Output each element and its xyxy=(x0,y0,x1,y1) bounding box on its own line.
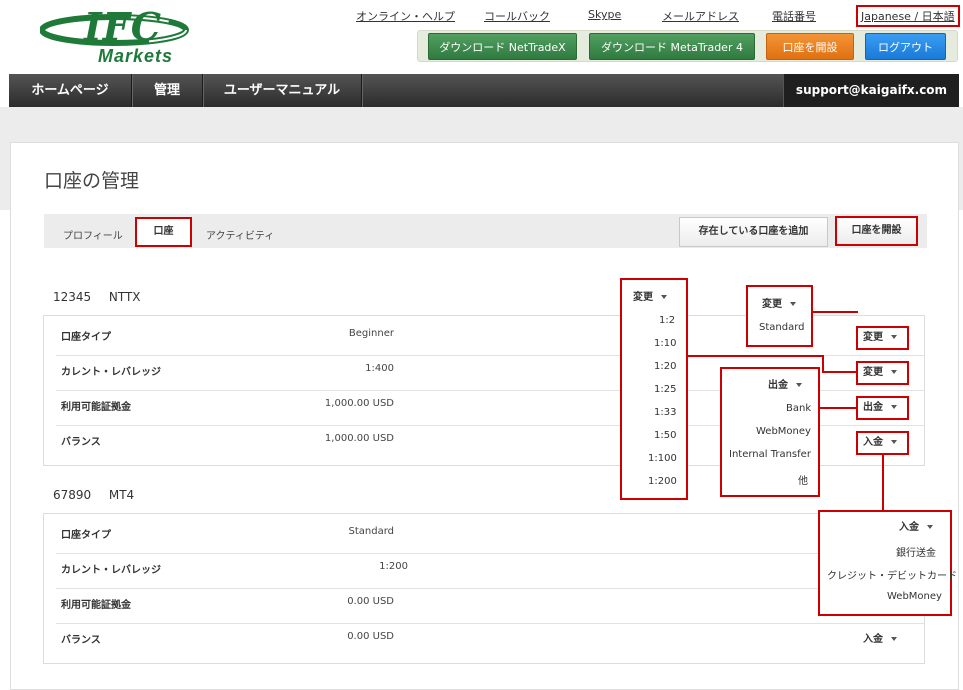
support-email[interactable]: support@kaigaifx.com xyxy=(783,74,959,107)
withdraw-option[interactable]: Internal Transfer xyxy=(729,449,811,460)
connector-line xyxy=(812,311,858,313)
add-existing-account-button[interactable]: 存在している口座を追加 xyxy=(679,217,828,247)
leverage-option[interactable]: 1:100 xyxy=(648,453,677,464)
account-1-deposit-dropdown[interactable]: 入金 xyxy=(856,431,909,455)
skype-link[interactable]: Skype xyxy=(588,8,621,21)
account-2-leverage-value: 1:200 xyxy=(379,561,408,572)
leverage-option[interactable]: 1:200 xyxy=(648,476,677,487)
chevron-down-icon xyxy=(891,440,897,444)
phone-link[interactable]: 電話番号 xyxy=(772,8,816,24)
withdraw-option[interactable]: Bank xyxy=(786,403,811,414)
account-2-deposit-dropdown[interactable]: 入金 xyxy=(858,630,913,654)
account-1-margin-label: 利用可能証拠金 xyxy=(61,402,131,413)
download-nettradex-button[interactable]: ダウンロード NetTradeX xyxy=(428,33,577,60)
connector-line xyxy=(822,355,824,372)
leverage-option[interactable]: 1:20 xyxy=(654,361,676,372)
account-1-leverage-label: カレント・レバレッジ xyxy=(61,367,161,378)
account-type-option[interactable]: Standard xyxy=(759,322,805,333)
account-2-margin-label: 利用可能証拠金 xyxy=(61,600,131,611)
tab-profile[interactable]: プロフィール xyxy=(63,227,123,242)
row-divider xyxy=(56,553,924,554)
nav-user-manual[interactable]: ユーザーマニュアル xyxy=(203,74,362,107)
tab-activity[interactable]: アクティビティ xyxy=(206,227,274,242)
chevron-down-icon xyxy=(790,302,796,306)
logout-button[interactable]: ログアウト xyxy=(865,33,946,60)
chevron-down-icon xyxy=(891,370,897,374)
account-1-platform: NTTX xyxy=(108,290,141,304)
account-1-leverage-value: 1:400 xyxy=(365,363,394,374)
chevron-down-icon xyxy=(891,637,897,641)
account-2-platform: MT4 xyxy=(108,488,135,502)
chevron-down-icon xyxy=(661,295,667,299)
connector-line xyxy=(822,371,858,373)
chevron-down-icon xyxy=(796,383,802,387)
leverage-option[interactable]: 1:10 xyxy=(654,338,676,349)
account-type-popup-header[interactable]: 変更 xyxy=(762,295,796,310)
account-2-margin-value: 0.00 USD xyxy=(347,596,394,607)
tab-accounts[interactable]: 口座 xyxy=(135,217,192,247)
language-selector[interactable]: Japanese / 日本語 xyxy=(856,5,960,27)
account-1-withdraw-dropdown[interactable]: 出金 xyxy=(856,396,909,420)
account-1-type-value: Beginner xyxy=(348,328,394,339)
account-1-leverage-change-dropdown[interactable]: 変更 xyxy=(856,361,909,385)
page-title: 口座の管理 xyxy=(44,170,140,192)
deposit-popup-header[interactable]: 入金 xyxy=(899,518,933,533)
nav-home[interactable]: ホームページ xyxy=(9,74,132,107)
account-1-balance-label: バランス xyxy=(61,437,101,448)
leverage-option[interactable]: 1:33 xyxy=(654,407,676,418)
leverage-option[interactable]: 1:25 xyxy=(654,384,676,395)
nav-manage[interactable]: 管理 xyxy=(132,74,203,107)
account-2-title: 67890 MT4 xyxy=(53,488,134,502)
connector-line xyxy=(686,355,822,357)
account-1-number: 12345 xyxy=(53,290,92,304)
row-divider xyxy=(56,623,924,624)
email-link[interactable]: メールアドレス xyxy=(662,8,739,24)
deposit-option[interactable]: WebMoney xyxy=(887,591,942,602)
account-2-balance-value: 0.00 USD xyxy=(347,631,394,642)
account-1-title: 12345 NTTX xyxy=(53,290,141,304)
chevron-down-icon xyxy=(891,335,897,339)
withdraw-option[interactable]: 他 xyxy=(798,472,808,487)
deposit-option[interactable]: 銀行送金 xyxy=(896,544,936,559)
account-2-type-label: 口座タイプ xyxy=(61,530,111,541)
withdraw-popup-header[interactable]: 出金 xyxy=(768,376,802,391)
account-1-type-label: 口座タイプ xyxy=(61,332,111,343)
main-nav: ホームページ 管理 ユーザーマニュアル support@kaigaifx.com xyxy=(9,74,959,107)
account-1-balance-value: 1,000.00 USD xyxy=(324,433,394,444)
connector-line xyxy=(820,407,858,409)
open-account-header-button[interactable]: 口座を開設 xyxy=(766,33,854,60)
leverage-option[interactable]: 1:50 xyxy=(654,430,676,441)
leverage-option[interactable]: 1:2 xyxy=(659,315,675,326)
chevron-down-icon xyxy=(891,405,897,409)
download-mt4-button[interactable]: ダウンロード MetaTrader 4 xyxy=(589,33,755,60)
open-account-button[interactable]: 口座を開設 xyxy=(835,216,918,246)
connector-line xyxy=(882,454,884,510)
account-1-type-change-dropdown[interactable]: 変更 xyxy=(856,326,909,350)
account-2-leverage-label: カレント・レバレッジ xyxy=(61,565,161,576)
online-help-link[interactable]: オンライン・ヘルプ xyxy=(356,8,455,24)
account-2-balance-label: バランス xyxy=(61,635,101,646)
account-2-type-value: Standard xyxy=(348,526,395,537)
withdraw-option[interactable]: WebMoney xyxy=(756,426,811,437)
logo-text: IFC xyxy=(84,4,162,49)
callback-link[interactable]: コールバック xyxy=(484,8,550,24)
account-1-margin-value: 1,000.00 USD xyxy=(324,398,394,409)
leverage-popup-header[interactable]: 変更 xyxy=(633,288,667,303)
chevron-down-icon xyxy=(927,525,933,529)
account-2-number: 67890 xyxy=(53,488,92,502)
deposit-option[interactable]: クレジット・デビットカード xyxy=(827,567,957,582)
logo-subtext: Markets xyxy=(98,46,174,66)
row-divider xyxy=(56,588,924,589)
logo[interactable]: IFC Markets xyxy=(40,4,195,68)
